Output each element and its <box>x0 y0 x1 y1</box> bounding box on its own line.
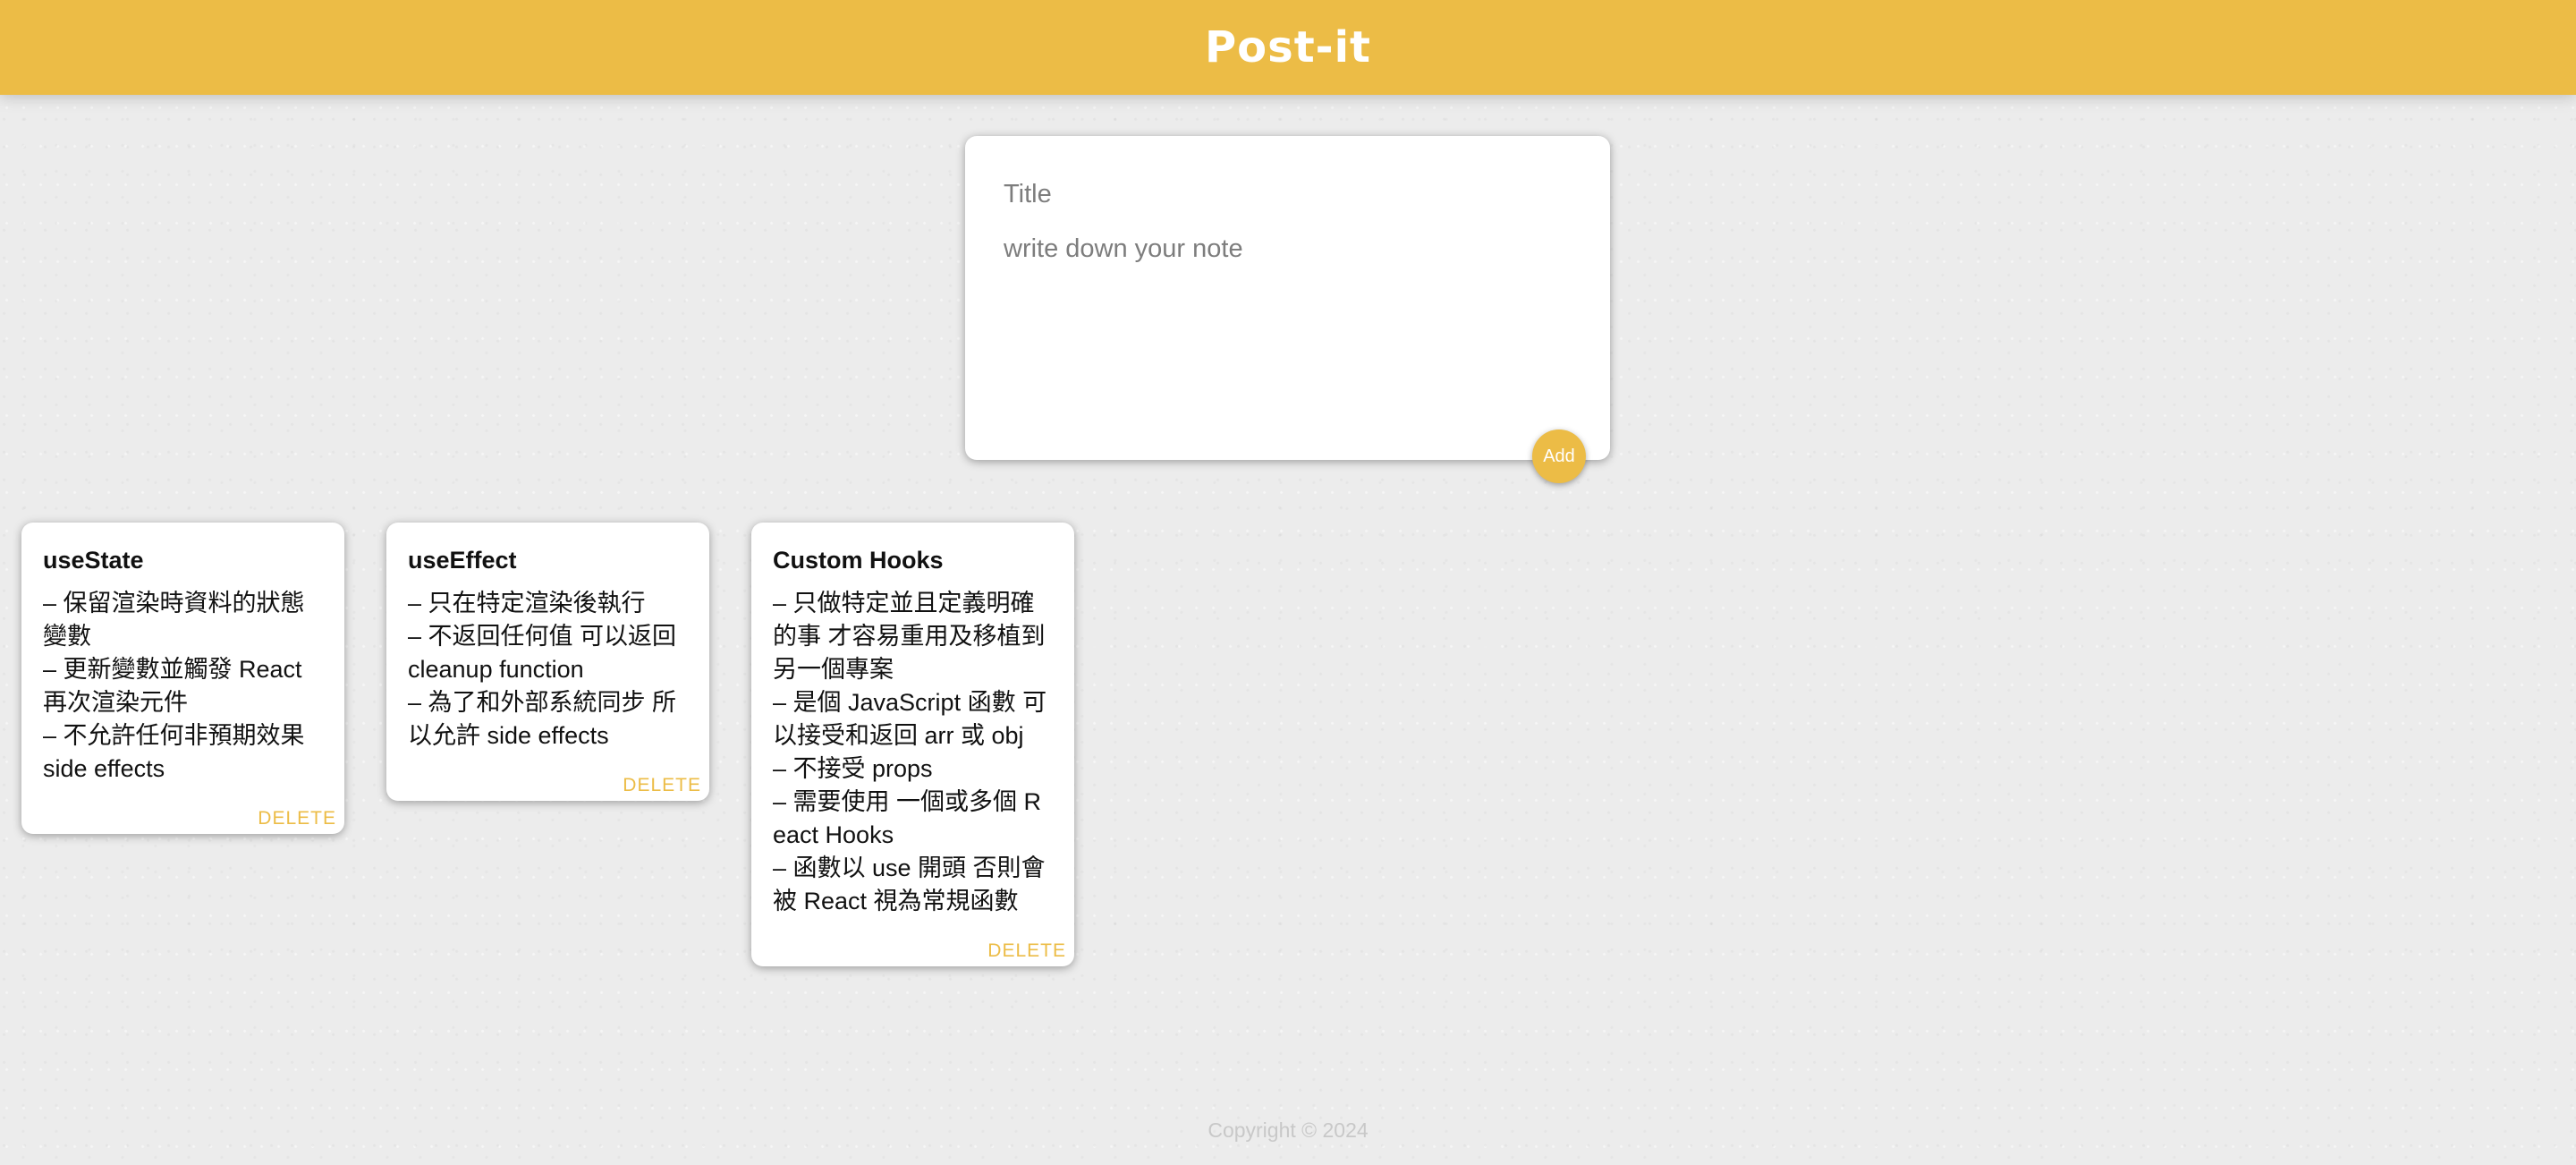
note-card: useState – 保留渲染時資料的狀態變數 – 更新變數並觸發 React … <box>21 523 344 834</box>
note-title: useState <box>43 547 144 574</box>
delete-note-button[interactable]: DELETE <box>623 770 701 801</box>
note-content: – 只做特定並且定義明確的事 才容易重用及移植到另一個專案 – 是個 JavaS… <box>773 590 1047 914</box>
note-card: Custom Hooks – 只做特定並且定義明確的事 才容易重用及移植到另一個… <box>751 523 1074 966</box>
note-card: useEffect – 只在特定渲染後執行 – 不返回任何值 可以返回 clea… <box>386 523 709 801</box>
delete-note-button[interactable]: DELETE <box>987 936 1066 966</box>
note-title-input[interactable] <box>1004 176 1572 212</box>
note-title: useEffect <box>408 547 517 574</box>
add-note-button[interactable]: Add <box>1532 429 1586 483</box>
note-content: – 只在特定渲染後執行 – 不返回任何值 可以返回 cleanup functi… <box>408 590 677 749</box>
note-content-input[interactable] <box>1004 234 1572 413</box>
note-title: Custom Hooks <box>773 547 944 574</box>
footer-copyright: Copyright © 2024 <box>1208 1118 1368 1142</box>
app-title: Post-it <box>1205 22 1371 72</box>
note-content: – 保留渲染時資料的狀態變數 – 更新變數並觸發 React 再次渲染元件 – … <box>43 590 305 782</box>
app-header: Post-it <box>0 0 2576 95</box>
delete-note-button[interactable]: DELETE <box>258 804 336 834</box>
create-note-form <box>965 136 1610 460</box>
